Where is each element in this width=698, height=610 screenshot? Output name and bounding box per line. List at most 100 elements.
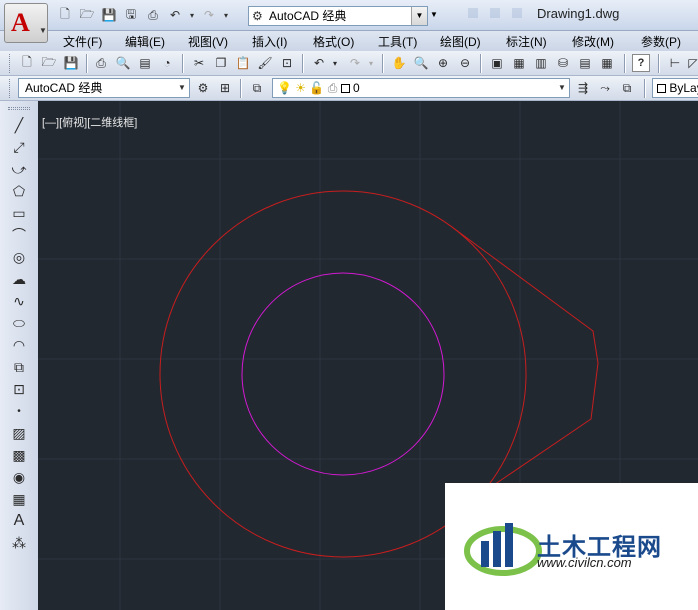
draw-toolbar: ╱ ⤢ ⤻ ⬠ ▭ ⌒ ◎ ☁ ∿ ⬭ ◠ ⧉ ⊡ • ▨ ▩ ◉ ▦ A ⁂ xyxy=(0,101,38,610)
color-swatch xyxy=(657,84,666,93)
undo-icon[interactable]: ↶ xyxy=(166,6,184,24)
new-icon[interactable]: 🗋 xyxy=(18,54,36,72)
help-icon[interactable]: ? xyxy=(632,54,650,72)
sheet-set-icon[interactable]: ⛁ xyxy=(554,54,572,72)
bulb-icon: 💡 xyxy=(277,81,292,95)
menu-parametric[interactable]: 参数(P) xyxy=(641,33,681,50)
make-block-icon[interactable]: ⊡ xyxy=(9,379,29,399)
aligned-dimension-icon[interactable]: ◸ xyxy=(684,54,698,72)
autocad-logo-icon: A xyxy=(11,8,30,37)
layer-previous-icon[interactable]: ⤳ xyxy=(596,79,614,97)
hatch-icon[interactable]: ▨ xyxy=(9,423,29,443)
add-selected-icon[interactable]: ⁂ xyxy=(9,533,29,553)
ellipse-icon[interactable]: ⬭ xyxy=(9,313,29,333)
toolbar-grip[interactable] xyxy=(8,107,30,110)
application-menu-button[interactable]: A ▼ xyxy=(4,3,48,43)
publish-icon[interactable]: ▤ xyxy=(136,54,154,72)
gear-icon[interactable]: ⚙ xyxy=(194,79,212,97)
menu-format[interactable]: 格式(O) xyxy=(313,33,354,50)
new-icon[interactable]: 🗋 xyxy=(56,6,74,24)
zoom-realtime-icon[interactable]: 🔍 xyxy=(412,54,430,72)
menu-view[interactable]: 视图(V) xyxy=(188,33,228,50)
redo-dropdown-icon[interactable]: ▾ xyxy=(366,54,376,72)
watermark: 土木工程网 www.civilcn.com xyxy=(445,483,698,610)
zoom-previous-icon[interactable]: ⊖ xyxy=(456,54,474,72)
revision-cloud-icon[interactable]: ☁ xyxy=(9,269,29,289)
menu-draw[interactable]: 绘图(D) xyxy=(440,33,481,50)
point-icon[interactable]: • xyxy=(9,401,29,421)
3d-dwf-icon[interactable]: ◔ xyxy=(158,54,176,72)
arc-icon[interactable]: ⌒ xyxy=(9,225,29,245)
plot-layer-icon: ⎙ xyxy=(327,81,338,95)
undo-dropdown-icon[interactable]: ▾ xyxy=(330,54,340,72)
region-icon[interactable]: ◉ xyxy=(9,467,29,487)
polyline-icon[interactable]: ⤻ xyxy=(9,159,29,179)
lock-icon: 🔓 xyxy=(309,81,325,95)
menu-file[interactable]: 文件(F) xyxy=(63,33,102,50)
workspace-settings-icon[interactable]: ⊞ xyxy=(216,79,234,97)
undo-dropdown-icon[interactable]: ▾ xyxy=(188,6,196,24)
redo-icon[interactable]: ↷ xyxy=(200,6,218,24)
viewport-controls-label[interactable]: [—][俯视][二维线框] xyxy=(42,114,137,130)
copy-icon[interactable]: ❐ xyxy=(212,54,230,72)
menu-dimension[interactable]: 标注(N) xyxy=(506,33,547,50)
workspace-select-label: AutoCAD 经典 xyxy=(269,9,347,23)
properties-icon[interactable]: ▣ xyxy=(488,54,506,72)
chevron-down-icon: ▼ xyxy=(178,83,186,92)
calculator-icon[interactable]: ▦ xyxy=(598,54,616,72)
workspace-select[interactable]: ⚙ AutoCAD 经典 ▼ xyxy=(248,6,428,26)
layers-toolbar: AutoCAD 经典 ▼ ⚙ ⊞ ⧉ 💡 ☀ 🔓 ⎙ 0 ▼ ⇶ ⤳ ⧉ ByL… xyxy=(0,76,698,101)
match-properties-icon[interactable]: 🖌 xyxy=(256,54,274,72)
save-as-icon[interactable]: 🖫 xyxy=(122,6,140,24)
circle-icon[interactable]: ◎ xyxy=(9,247,29,267)
plot-preview-icon[interactable]: 🔍 xyxy=(114,54,132,72)
redo-icon[interactable]: ↷ xyxy=(346,54,364,72)
zoom-window-icon[interactable]: ⊕ xyxy=(434,54,452,72)
pan-icon[interactable]: ✋ xyxy=(390,54,408,72)
menu-tools[interactable]: 工具(T) xyxy=(378,33,417,50)
watermark-url: www.civilcn.com xyxy=(537,555,632,570)
paste-icon[interactable]: 📋 xyxy=(234,54,252,72)
menu-modify[interactable]: 修改(M) xyxy=(572,33,614,50)
chevron-down-icon: ▼ xyxy=(39,26,47,35)
layer-color-swatch xyxy=(340,84,350,93)
polygon-icon[interactable]: ⬠ xyxy=(9,181,29,201)
customize-qat-button[interactable]: ▼ xyxy=(430,6,440,24)
linear-dimension-icon[interactable]: ⊢ xyxy=(666,54,684,72)
undo-icon[interactable]: ↶ xyxy=(310,54,328,72)
table-icon[interactable]: ▦ xyxy=(9,489,29,509)
title-bar: A ▼ 🗋 🗁 💾 🖫 ⎙ ↶ ▾ ↷ ▾ ⚙ AutoCAD 经典 ▼ ▼ D… xyxy=(0,0,698,43)
make-current-layer-icon[interactable]: ⇶ xyxy=(574,79,592,97)
menu-edit[interactable]: 编辑(E) xyxy=(125,33,165,50)
plot-icon[interactable]: ⎙ xyxy=(92,54,110,72)
redo-dropdown-icon[interactable]: ▾ xyxy=(222,6,230,24)
gear-icon: ⚙ xyxy=(252,9,263,23)
layer-properties-icon[interactable]: ⧉ xyxy=(248,79,266,97)
ellipse-arc-icon[interactable]: ◠ xyxy=(9,335,29,355)
block-editor-icon[interactable]: ⊡ xyxy=(278,54,296,72)
tool-palettes-icon[interactable]: ▥ xyxy=(532,54,550,72)
print-icon[interactable]: ⎙ xyxy=(144,6,162,24)
window-controls-ghost xyxy=(468,8,528,22)
line-icon[interactable]: ╱ xyxy=(9,115,29,135)
insert-block-icon[interactable]: ⧉ xyxy=(9,357,29,377)
open-icon[interactable]: 🗁 xyxy=(40,54,58,72)
save-icon[interactable]: 💾 xyxy=(62,54,80,72)
cut-icon[interactable]: ✂ xyxy=(190,54,208,72)
spline-icon[interactable]: ∿ xyxy=(9,291,29,311)
markup-icon[interactable]: ▤ xyxy=(576,54,594,72)
rectangle-icon[interactable]: ▭ xyxy=(9,203,29,223)
text-icon[interactable]: A xyxy=(9,511,29,531)
menu-bar: 文件(F) 编辑(E) 视图(V) 插入(I) 格式(O) 工具(T) 绘图(D… xyxy=(0,31,698,51)
layer-state-icon[interactable]: ⧉ xyxy=(618,79,636,97)
design-center-icon[interactable]: ▦ xyxy=(510,54,528,72)
save-icon[interactable]: 💾 xyxy=(100,6,118,24)
workspace-combo[interactable]: AutoCAD 经典 ▼ xyxy=(18,78,190,98)
menu-insert[interactable]: 插入(I) xyxy=(252,33,287,50)
gradient-icon[interactable]: ▩ xyxy=(9,445,29,465)
layer-combo[interactable]: 💡 ☀ 🔓 ⎙ 0 ▼ xyxy=(272,78,570,98)
construction-line-icon[interactable]: ⤢ xyxy=(9,137,29,157)
quick-access-toolbar: 🗋 🗁 💾 🖫 ⎙ ↶ ▾ ↷ ▾ xyxy=(56,6,230,24)
open-icon[interactable]: 🗁 xyxy=(78,6,96,24)
linetype-combo[interactable]: ByLay xyxy=(652,78,698,98)
